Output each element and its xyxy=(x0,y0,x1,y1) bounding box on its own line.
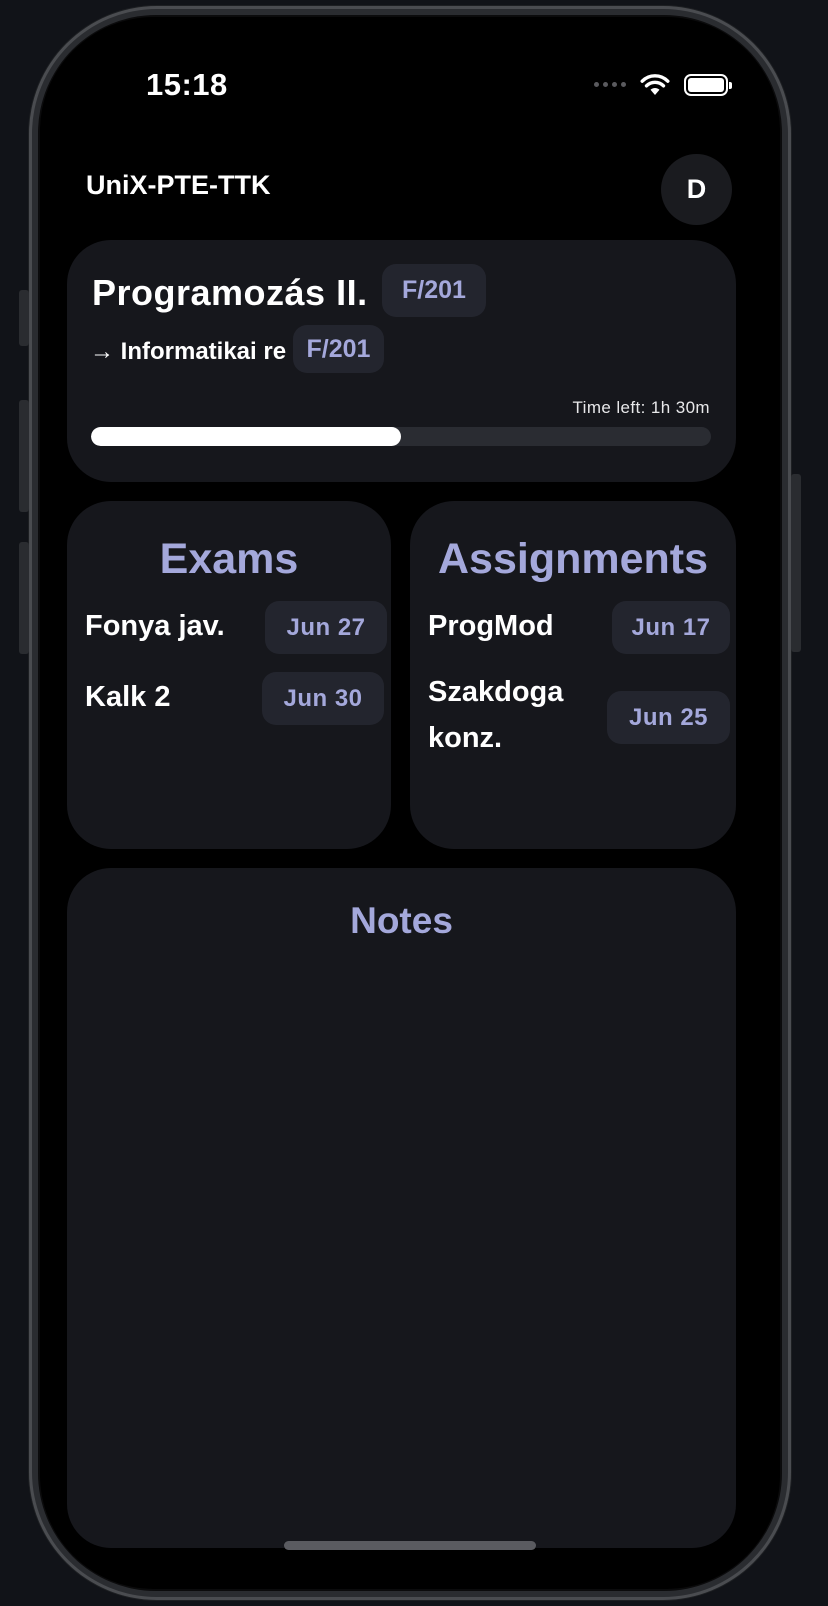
notes-card[interactable]: Notes xyxy=(67,868,736,1548)
assignments-card[interactable]: Assignments ProgMod Jun 17 Szakdoga konz… xyxy=(410,501,736,849)
exams-heading: Exams xyxy=(159,535,299,583)
exam-date-badge: Jun 27 xyxy=(265,601,387,654)
home-indicator[interactable] xyxy=(284,1541,536,1550)
assignment-name: Szakdoga konz. xyxy=(428,676,564,754)
assignment-name: ProgMod xyxy=(428,610,554,642)
notes-heading: Notes xyxy=(350,900,453,941)
mute-switch xyxy=(19,290,29,346)
battery-icon xyxy=(684,73,732,96)
exams-card[interactable]: Exams Fonya jav. Jun 27 Kalk 2 Jun 30 xyxy=(67,501,391,849)
course-room-badge: F/201 xyxy=(382,264,486,317)
exam-date-badge: Jun 30 xyxy=(262,672,384,725)
profile-avatar-button[interactable]: D xyxy=(661,154,732,225)
status-time: 15:18 xyxy=(146,67,228,102)
app-title: UniX-PTE-TTK xyxy=(86,170,271,200)
assignments-heading: Assignments xyxy=(437,535,708,583)
time-left-label: Time left: 1h 30m xyxy=(572,398,710,417)
power-button xyxy=(791,474,801,652)
status-icons xyxy=(594,73,732,96)
next-class-label: → Informatikai re xyxy=(90,338,287,365)
next-room-badge: F/201 xyxy=(293,325,384,373)
signal-dots-icon xyxy=(594,82,626,87)
current-class-card[interactable]: Programozás II. F/201 → Informatikai re … xyxy=(67,240,736,482)
exam-name: Fonya jav. xyxy=(85,610,225,642)
class-progress-bar xyxy=(91,427,711,446)
screen: 15:18 UniX-PTE-TTK D Programozás II. F/2… xyxy=(40,17,780,1589)
wifi-icon xyxy=(640,74,670,95)
class-progress-fill xyxy=(91,427,401,446)
course-name: Programozás II. xyxy=(92,272,368,313)
assignment-date-badge: Jun 25 xyxy=(607,691,730,744)
volume-up-button xyxy=(19,400,29,512)
exam-name: Kalk 2 xyxy=(85,681,171,713)
volume-down-button xyxy=(19,542,29,654)
assignment-date-badge: Jun 17 xyxy=(612,601,730,654)
